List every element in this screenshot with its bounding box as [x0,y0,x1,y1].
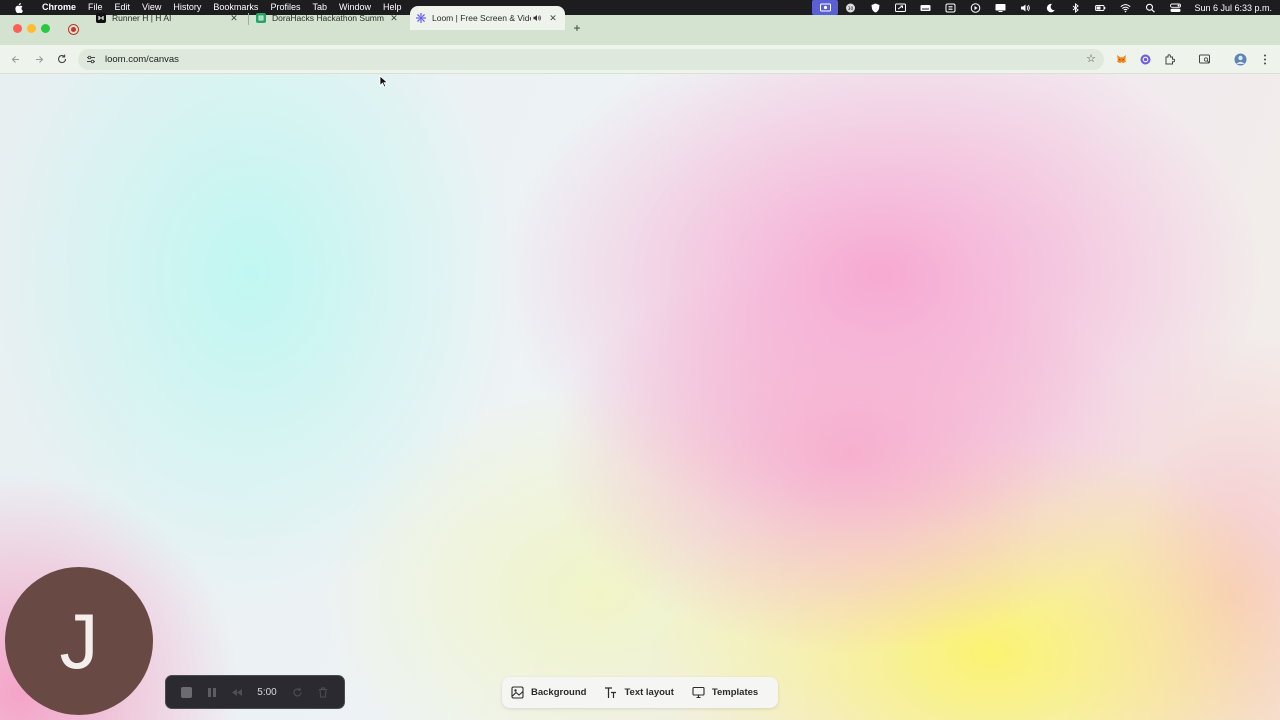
browser-toolbar: loom.com/canvas ☆ [0,45,1280,74]
reload-button[interactable] [55,52,69,66]
google-sheets-icon [256,13,266,23]
metamask-icon[interactable] [1114,52,1128,66]
vpn-icon[interactable] [938,0,963,15]
stop-icon [181,686,192,698]
restart-button[interactable] [285,675,310,709]
moon-icon[interactable] [1038,0,1063,15]
monitor-icon [692,686,705,699]
back-button[interactable] [8,52,22,66]
play-icon[interactable] [963,0,988,15]
menu-app-name[interactable]: Chrome [36,0,82,15]
trash-icon [318,687,327,697]
status-area: 30 Sun 6 Jul 6:33 p.m. [812,0,1280,15]
pause-icon [207,687,216,697]
close-tab-icon[interactable]: ✕ [388,12,400,24]
stop-recording-button[interactable] [174,675,199,709]
bookmark-star-icon[interactable]: ☆ [1086,52,1096,65]
canvas-options-bar: Background Text layout Templates [502,677,778,708]
tab-dorahacks[interactable]: DoraHacks Hackathon Summ ✕ [252,6,404,30]
wifi-icon[interactable] [1113,0,1138,15]
spotlight-search-icon[interactable] [1138,0,1163,15]
site-settings-icon[interactable] [84,53,98,67]
url-text: loom.com/canvas [105,54,179,65]
restart-icon [293,687,302,696]
loom-canvas-background[interactable] [0,74,1280,720]
extension-purple-icon[interactable] [1138,52,1152,66]
tab-title: Loom | Free Screen & Vide [432,13,531,23]
bluetooth-icon[interactable] [1063,0,1088,15]
svg-text:30: 30 [848,5,854,11]
rewind-button[interactable] [224,675,249,709]
close-tab-icon[interactable]: ✕ [228,12,240,24]
screen-share-icon[interactable] [888,0,913,15]
tab-title: DoraHacks Hackathon Summ [272,13,384,23]
forward-button[interactable] [32,52,46,66]
tab-runner-h[interactable]: Runner H | H AI ✕ [92,6,244,30]
templates-button[interactable]: Templates [683,677,767,708]
recording-indicator-icon [68,24,79,35]
profile-avatar[interactable] [1233,52,1247,66]
close-tab-icon[interactable]: ✕ [547,12,559,24]
tab-divider [248,13,249,25]
control-center-icon[interactable] [1163,0,1188,15]
camera-bubble[interactable]: J [5,567,153,715]
camera-initial: J [59,597,99,685]
pause-button[interactable] [199,675,224,709]
recording-timer: 5:00 [257,686,277,698]
menu-clock[interactable]: Sun 6 Jul 6:33 p.m. [1188,3,1272,13]
text-size-icon [605,687,617,698]
loom-icon [416,13,426,23]
tab-title: Runner H | H AI [112,13,172,23]
minimize-window-button[interactable] [27,24,36,33]
background-button[interactable]: Background [502,677,595,708]
runner-h-icon [96,13,106,23]
apple-menu-icon[interactable] [0,2,36,13]
shield-icon[interactable] [863,0,888,15]
recording-controls: 5:00 [165,675,345,709]
tab-loom[interactable]: Loom | Free Screen & Vide ✕ [410,6,565,30]
volume-icon[interactable] [1013,0,1038,15]
image-icon [511,686,524,699]
extensions-puzzle-icon[interactable] [1162,52,1176,66]
tab-search-icon[interactable] [1198,52,1212,66]
app-badge-icon[interactable]: 30 [838,0,863,15]
mouse-cursor-icon [379,75,389,88]
zoom-window-button[interactable] [41,24,50,33]
text-layout-button[interactable]: Text layout [595,677,682,708]
keyboard-icon[interactable] [913,0,938,15]
tab-audio-icon[interactable] [531,12,543,24]
templates-label: Templates [711,687,759,698]
battery-icon[interactable] [1088,0,1113,15]
background-label: Background [531,687,587,698]
rewind-icon [231,688,242,696]
browser-menu-icon[interactable] [1258,52,1272,66]
text-layout-label: Text layout [624,687,674,698]
new-tab-button[interactable]: + [570,21,584,35]
display-icon[interactable] [988,0,1013,15]
address-bar[interactable]: loom.com/canvas ☆ [78,49,1104,70]
delete-recording-button[interactable] [310,675,335,709]
close-window-button[interactable] [13,24,22,33]
screen-record-icon[interactable] [812,0,839,15]
